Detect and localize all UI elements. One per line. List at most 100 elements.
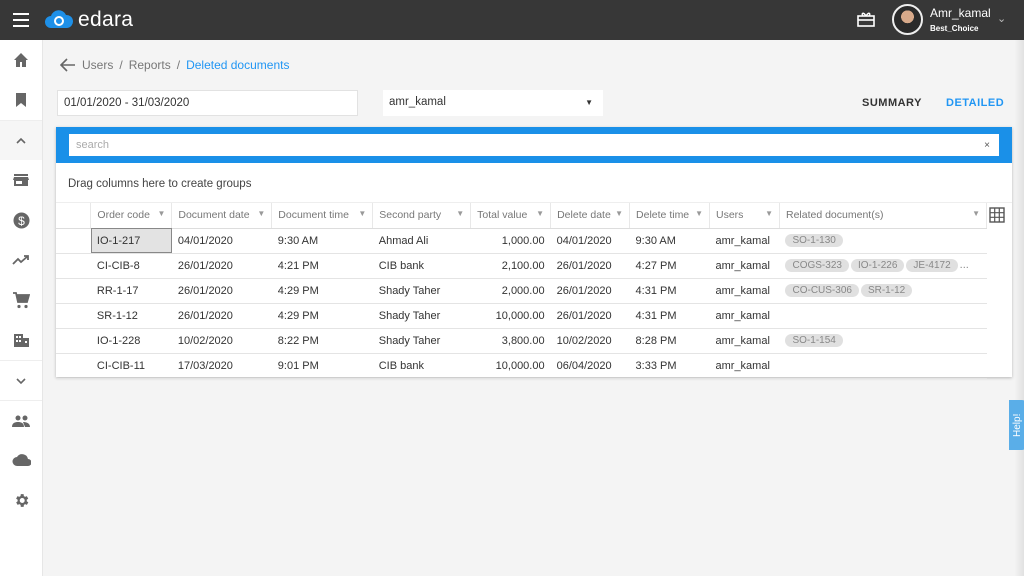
cell-document-date[interactable]: 17/03/2020 [171, 353, 272, 379]
related-document-chip[interactable]: COGS-323 [785, 259, 849, 272]
user-name[interactable]: Amr_kamal [930, 6, 991, 20]
cell-second-party[interactable]: CIB bank [372, 353, 471, 379]
filter-icon[interactable]: ▼ [615, 209, 623, 218]
related-document-chip[interactable]: SO-1-130 [785, 234, 843, 247]
cell-users[interactable]: amr_kamal [709, 303, 780, 329]
filter-icon[interactable]: ▼ [536, 209, 544, 218]
cell-total-value[interactable]: 2,100.00 [470, 253, 551, 279]
column-chooser-icon[interactable] [989, 207, 1005, 223]
table-row[interactable]: IO-1-217 04/01/2020 9:30 AM Ahmad Ali 1,000.… [56, 228, 987, 254]
cell-related-document-s[interactable]: COGS-323 IO-1-226 JE-4172... [779, 253, 987, 279]
related-document-chip[interactable]: JE-4172 [906, 259, 958, 272]
cell-document-time[interactable]: 9:01 PM [271, 353, 373, 379]
back-arrow-icon[interactable] [60, 58, 76, 72]
cell-second-party[interactable]: Shady Taher [372, 303, 471, 329]
tab-detailed[interactable]: DETAILED [946, 97, 1004, 109]
user-select[interactable]: amr_kamal ▼ [383, 90, 603, 116]
cell-delete-date[interactable]: 10/02/2020 [550, 328, 630, 354]
cell-document-date[interactable]: 26/01/2020 [171, 253, 272, 279]
search-input[interactable]: search × [69, 134, 999, 156]
avatar[interactable] [892, 4, 923, 35]
filter-icon[interactable]: ▼ [456, 209, 464, 218]
cell-delete-date[interactable]: 26/01/2020 [550, 278, 630, 304]
breadcrumb-reports[interactable]: Reports [129, 58, 171, 72]
cell-related-document-s[interactable] [779, 353, 987, 379]
filter-icon[interactable]: ▼ [157, 209, 165, 218]
cell-delete-time[interactable]: 9:30 AM [629, 228, 710, 254]
menu-icon[interactable] [13, 13, 29, 27]
cell-order-code[interactable]: IO-1-228 [90, 328, 172, 354]
sidebar-sales[interactable] [0, 240, 42, 280]
cell-document-time[interactable]: 8:22 PM [271, 328, 373, 354]
filter-icon[interactable]: ▼ [358, 209, 366, 218]
cell-users[interactable]: amr_kamal [709, 328, 780, 354]
cell-delete-date[interactable]: 04/01/2020 [550, 228, 630, 254]
tab-summary[interactable]: SUMMARY [862, 97, 922, 109]
related-document-chip[interactable]: SR-1-12 [860, 284, 913, 297]
cell-order-code[interactable]: SR-1-12 [90, 303, 172, 329]
column-header[interactable]: Document date ▼ [171, 203, 273, 229]
column-header[interactable]: Second party ▼ [372, 203, 472, 229]
sidebar-collapse[interactable] [0, 120, 42, 160]
cell-delete-time[interactable]: 3:33 PM [629, 353, 710, 379]
breadcrumb-users[interactable]: Users [82, 58, 113, 72]
cell-delete-time[interactable]: 4:31 PM [629, 278, 710, 304]
sidebar-users[interactable] [0, 400, 42, 440]
column-header[interactable]: Users ▼ [709, 203, 780, 229]
group-panel[interactable]: Drag columns here to create groups [56, 163, 1012, 203]
gift-icon[interactable] [857, 11, 875, 27]
cell-related-document-s[interactable]: SO-1-130 [779, 228, 987, 254]
cell-total-value[interactable]: 10,000.00 [470, 303, 551, 329]
sidebar-store[interactable] [0, 160, 42, 200]
sidebar-finance[interactable]: $ [0, 200, 42, 240]
table-row[interactable]: SR-1-12 26/01/2020 4:29 PM Shady Taher 10,00… [56, 303, 987, 329]
sidebar-cloud[interactable] [0, 440, 42, 480]
cell-delete-time[interactable]: 4:27 PM [629, 253, 710, 279]
cell-order-code[interactable]: RR-1-17 [90, 278, 172, 304]
clear-search-button[interactable]: × [984, 140, 990, 151]
cell-total-value[interactable]: 10,000.00 [470, 353, 551, 379]
cell-related-document-s[interactable] [779, 303, 987, 329]
cell-document-date[interactable]: 10/02/2020 [171, 328, 272, 354]
filter-icon[interactable]: ▼ [257, 209, 265, 218]
table-row[interactable]: RR-1-17 26/01/2020 4:29 PM Shady Taher 2,000… [56, 278, 987, 304]
cell-delete-date[interactable]: 06/04/2020 [550, 353, 630, 379]
sidebar-bookmark[interactable] [0, 80, 42, 120]
sidebar-purchases[interactable] [0, 280, 42, 320]
cell-second-party[interactable]: CIB bank [372, 253, 471, 279]
cell-document-date[interactable]: 04/01/2020 [171, 228, 272, 254]
sidebar-expand[interactable] [0, 360, 42, 400]
help-button[interactable]: Help! [1009, 400, 1024, 450]
cell-document-time[interactable]: 4:29 PM [271, 278, 373, 304]
cell-total-value[interactable]: 3,800.00 [470, 328, 551, 354]
logo[interactable]: edara [44, 8, 133, 32]
cell-second-party[interactable]: Ahmad Ali [372, 228, 471, 254]
table-row[interactable]: IO-1-228 10/02/2020 8:22 PM Shady Taher 3,80… [56, 328, 987, 354]
cell-delete-date[interactable]: 26/01/2020 [550, 253, 630, 279]
column-header[interactable]: Delete time ▼ [629, 203, 710, 229]
cell-delete-time[interactable]: 4:31 PM [629, 303, 710, 329]
cell-document-time[interactable]: 9:30 AM [271, 228, 373, 254]
filter-icon[interactable]: ▼ [765, 209, 773, 218]
column-header[interactable]: Total value ▼ [470, 203, 552, 229]
cell-total-value[interactable]: 2,000.00 [470, 278, 551, 304]
date-range-input[interactable]: 01/01/2020 - 31/03/2020 [57, 90, 358, 116]
cell-order-code[interactable]: CI-CIB-8 [90, 253, 172, 279]
cell-delete-date[interactable]: 26/01/2020 [550, 303, 630, 329]
related-document-chip[interactable]: IO-1-226 [850, 259, 905, 272]
column-header[interactable]: Document time ▼ [271, 203, 374, 229]
cell-document-date[interactable]: 26/01/2020 [171, 303, 272, 329]
column-header[interactable]: Order code ▼ [90, 203, 173, 229]
related-document-chip[interactable]: SO-1-154 [785, 334, 843, 347]
cell-users[interactable]: amr_kamal [709, 253, 780, 279]
cell-document-time[interactable]: 4:21 PM [271, 253, 373, 279]
cell-order-code[interactable]: IO-1-217 [90, 228, 172, 254]
cell-users[interactable]: amr_kamal [709, 228, 780, 254]
cell-second-party[interactable]: Shady Taher [372, 278, 471, 304]
chevron-down-icon[interactable]: ⌄ [997, 12, 1006, 25]
column-header[interactable]: Related document(s) ▼ [779, 203, 988, 229]
cell-total-value[interactable]: 1,000.00 [470, 228, 551, 254]
cell-users[interactable]: amr_kamal [709, 353, 780, 379]
cell-order-code[interactable]: CI-CIB-11 [90, 353, 172, 379]
cell-delete-time[interactable]: 8:28 PM [629, 328, 710, 354]
